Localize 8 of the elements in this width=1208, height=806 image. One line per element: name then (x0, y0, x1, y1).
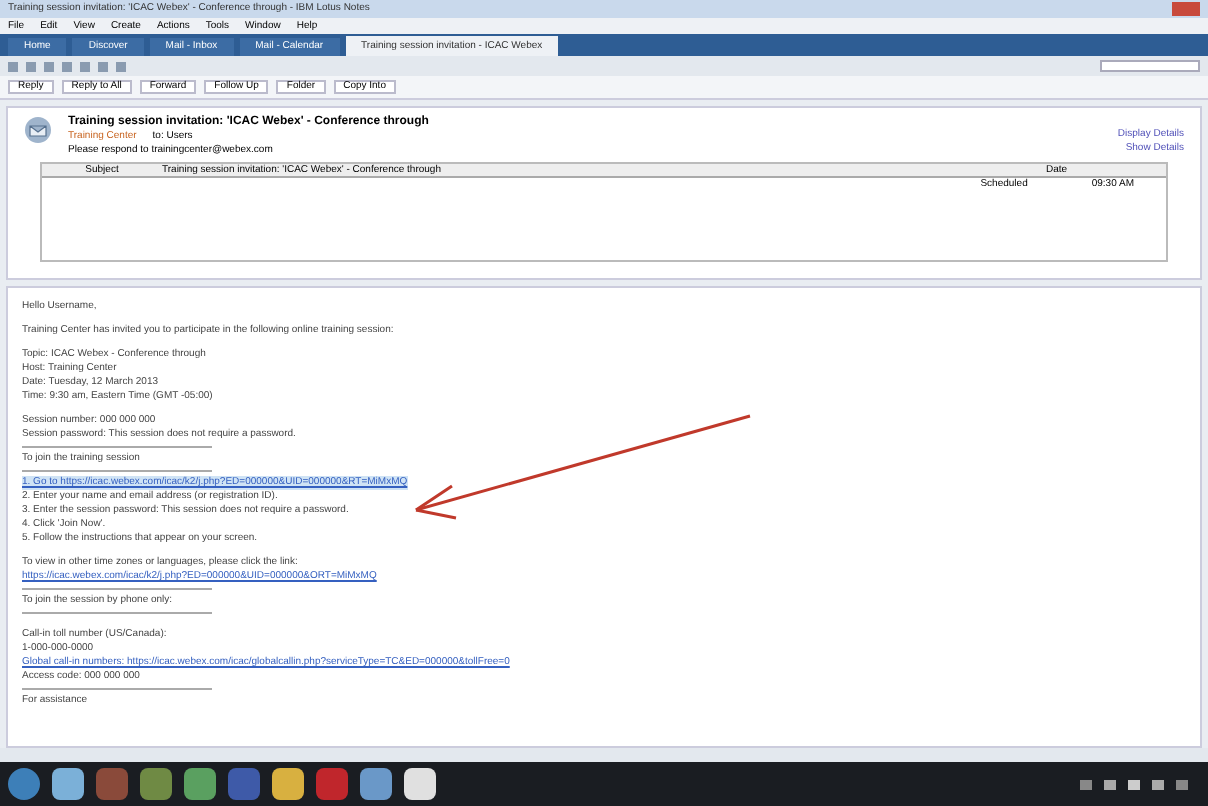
taskbar-app-icon[interactable] (184, 768, 216, 800)
start-button[interactable] (8, 768, 40, 800)
taskbar-app-icon[interactable] (52, 768, 84, 800)
search-field[interactable] (1100, 60, 1200, 72)
envelope-icon (24, 116, 52, 144)
taskbar-app-icon[interactable] (404, 768, 436, 800)
taskbar-app-icon[interactable] (360, 768, 392, 800)
taskbar-app-icon[interactable] (272, 768, 304, 800)
